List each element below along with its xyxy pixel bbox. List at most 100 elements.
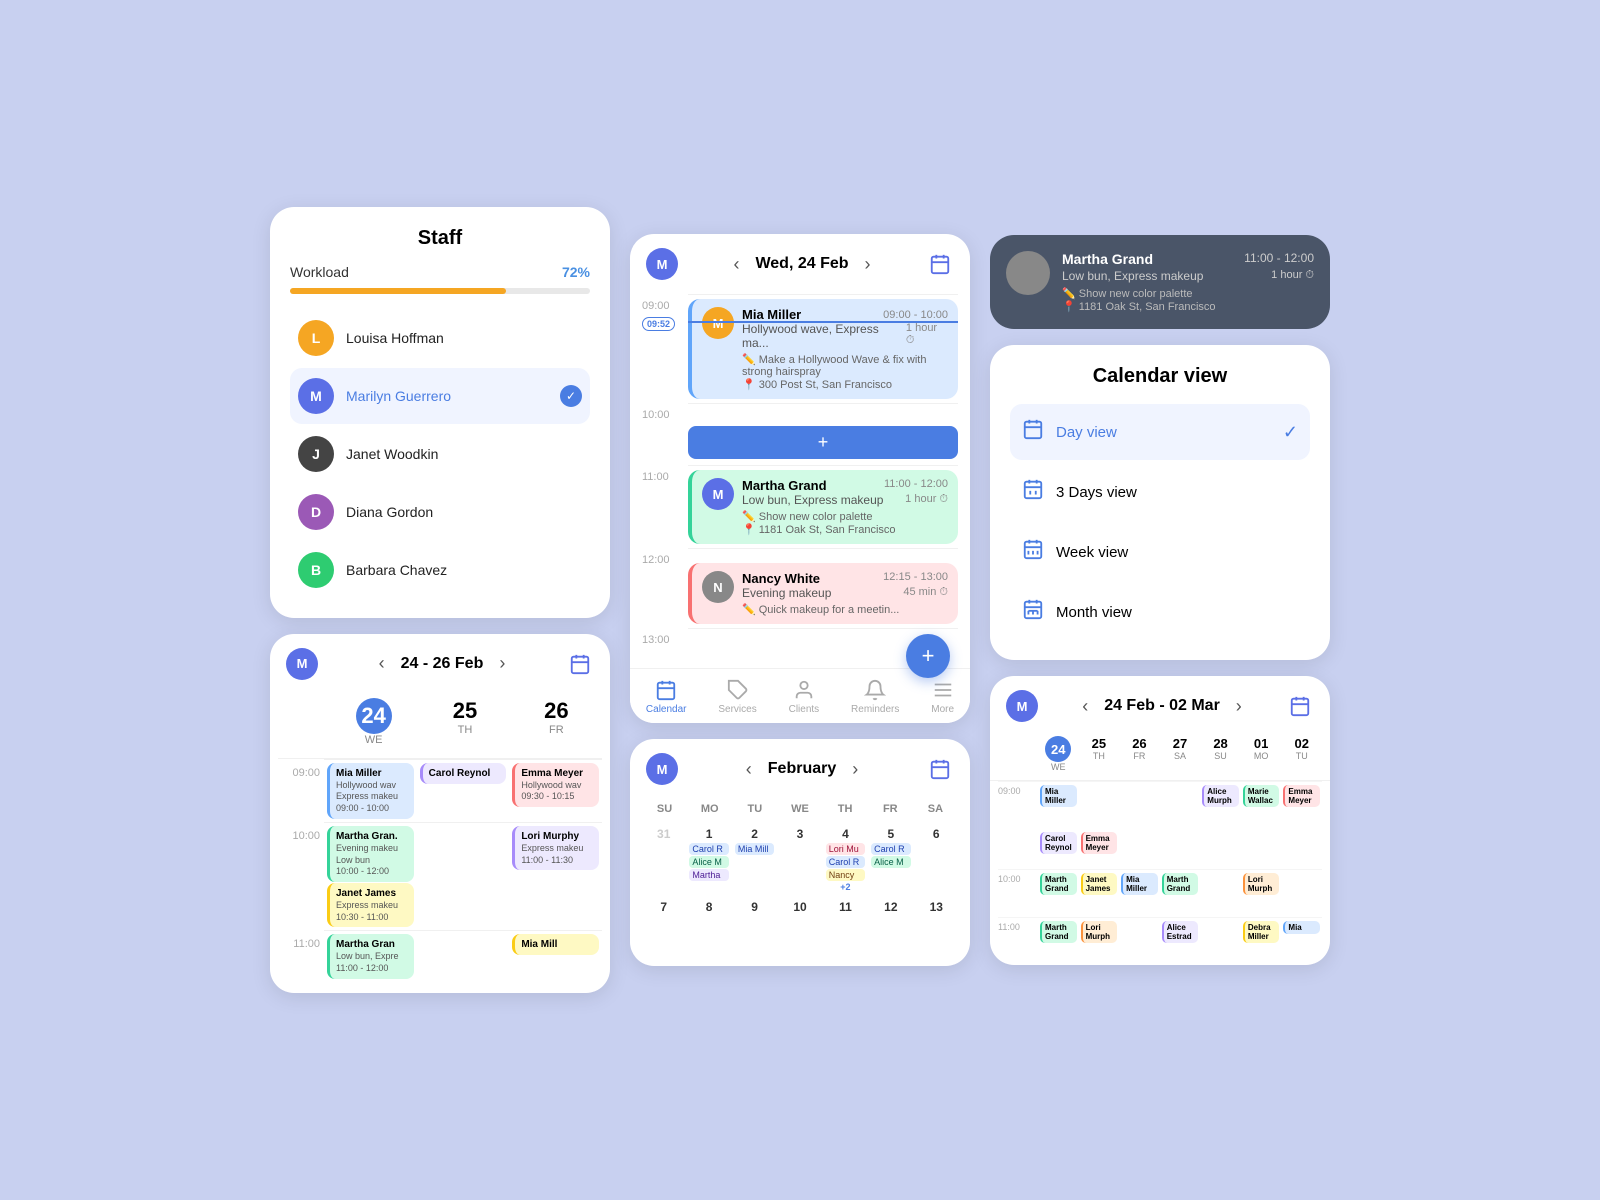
next-month-btn[interactable]: › (846, 757, 864, 782)
prev-month-btn[interactable]: ‹ (740, 757, 758, 782)
month-cell-5[interactable]: 5 Carol R Alice M (869, 825, 912, 894)
appt-block[interactable]: Lori Murphy Express makeu 11:00 - 11:30 (512, 826, 599, 870)
wday-num: 28 (1200, 736, 1241, 751)
month-cell-31[interactable]: 31 (642, 825, 685, 894)
appt-card-martha[interactable]: M Martha Grand 11:00 - 12:00 Low bun, Ex… (688, 470, 958, 544)
fab-add-btn[interactable]: + (906, 634, 950, 678)
appt-card-nancy[interactable]: N Nancy White 12:15 - 13:00 Evening make… (688, 563, 958, 624)
month-cell-2[interactable]: 2 Mia Mill (733, 825, 776, 894)
week-appt[interactable]: Alice Murph (1202, 785, 1239, 807)
appt-block[interactable]: Mia Miller Hollywood wav Express makeu 0… (327, 763, 414, 819)
nav-more[interactable]: More (931, 679, 954, 715)
week-appt[interactable]: Emma Meyer (1081, 832, 1118, 854)
staff-item[interactable]: L Louisa Hoffman (290, 310, 590, 366)
wslot-2-10: Mia Miller (1119, 869, 1160, 917)
client-avatar: N (702, 571, 734, 603)
week-appt[interactable]: Marth Grand (1040, 921, 1077, 943)
month-day-headers: SU MO TU WE TH FR SA (642, 799, 958, 819)
appt-details: Martha Grand 11:00 - 12:00 Low bun, Expr… (742, 478, 948, 536)
nav-services[interactable]: Services (718, 679, 756, 715)
next-week-btn[interactable]: › (1230, 694, 1248, 719)
week-appt[interactable]: Mia Miller (1040, 785, 1077, 807)
week-appt[interactable]: Emma Meyer (1283, 785, 1320, 807)
appt-block[interactable]: Emma Meyer Hollywood wav 09:30 - 10:15 (512, 763, 599, 807)
week-appt[interactable]: Marth Grand (1162, 873, 1199, 895)
month-cell-6[interactable]: 6 (915, 825, 958, 894)
slot-d0-t2: Martha Gran Low bun, Expre 11:00 - 12:00 (324, 930, 417, 985)
top-card-header: Martha Grand 11:00 - 12:00 (1062, 251, 1314, 267)
prev-btn[interactable]: ‹ (373, 651, 391, 676)
week-appt[interactable]: Mia Miller (1121, 873, 1158, 895)
cell-num: 9 (735, 900, 774, 914)
week-day-headers: 24 WE 25 TH 26 FR 27 SA 28 SU 01 MO (990, 736, 1330, 781)
location: 📍 1181 Oak St, San Francisco (742, 523, 948, 536)
month-cell-10[interactable]: 10 (778, 898, 821, 954)
month-cell-3[interactable]: 3 (778, 825, 821, 894)
month-weeks: 31 1 Carol R Alice M Martha 2 Mia Mill 3 (642, 825, 958, 954)
cal-icon[interactable] (926, 755, 954, 783)
cal-view-3days[interactable]: 3 Days view (1010, 464, 1310, 520)
week-appt[interactable]: Lori Murph (1081, 921, 1118, 943)
date-range: 24 - 26 Feb (401, 655, 484, 673)
appt-name: Marie Wallac (1248, 787, 1273, 805)
week-appt[interactable]: Carol Reynol (1040, 832, 1077, 854)
nav-reminders[interactable]: Reminders (851, 679, 899, 715)
week-appt[interactable]: Marth Grand (1040, 873, 1077, 895)
calendar-toggle-icon[interactable] (926, 250, 954, 278)
time-13: 13:00 (642, 628, 688, 668)
week-cal-icon[interactable] (1286, 692, 1314, 720)
month-cell-1[interactable]: 1 Carol R Alice M Martha (687, 825, 730, 894)
month-cell-4[interactable]: 4 Lori Mu Carol R Nancy +2 (824, 825, 867, 894)
calendar-icon[interactable] (566, 650, 594, 678)
day-headers: 24 WE 25 TH 26 FR (278, 694, 602, 759)
note: ✏️ Show new color palette (742, 510, 948, 523)
prev-day-btn[interactable]: ‹ (727, 252, 745, 277)
week-appt[interactable]: Debra Miller (1243, 921, 1280, 943)
three-day-panel: M ‹ 24 - 26 Feb › 24 WE 25 TH (270, 634, 610, 994)
appt-card-mia[interactable]: M Mia Miller 09:00 - 10:00 Hollywood wav… (688, 299, 958, 399)
wslot-2-930 (1119, 829, 1160, 869)
prev-week-btn[interactable]: ‹ (1076, 694, 1094, 719)
week-appt[interactable]: Mia (1283, 921, 1320, 934)
cal-view-day[interactable]: Day view ✓ (1010, 404, 1310, 460)
week-appt[interactable]: Alice Estrad (1162, 921, 1199, 943)
next-btn[interactable]: › (493, 651, 511, 676)
month-cell-13[interactable]: 13 (915, 898, 958, 954)
week-appt[interactable]: Lori Murph (1243, 873, 1280, 895)
month-cell-11[interactable]: 11 (824, 898, 867, 954)
appt-block[interactable]: Martha Gran. Evening makeu Low bun 10:00… (327, 826, 414, 882)
appt-block[interactable]: Mia Mill (512, 934, 599, 955)
top-card-time: 11:00 - 12:00 (1244, 251, 1314, 267)
selected-check: ✓ (1283, 422, 1298, 443)
staff-item-selected[interactable]: M Marilyn Guerrero ✓ (290, 368, 590, 424)
staff-item[interactable]: J Janet Woodkin (290, 426, 590, 482)
slot-10: + (688, 403, 958, 465)
wslot-1-9 (1079, 781, 1120, 829)
appt-name: Martha Gran (336, 938, 408, 951)
week-appt[interactable]: Janet James (1081, 873, 1118, 895)
staff-item[interactable]: D Diana Gordon (290, 484, 590, 540)
day-hdr-su: SU (642, 799, 687, 819)
slot-13: + (688, 628, 958, 668)
nav-clients[interactable]: Clients (789, 679, 820, 715)
month-cell-8[interactable]: 8 (687, 898, 730, 954)
month-cell-9[interactable]: 9 (733, 898, 776, 954)
appt-block[interactable]: Martha Gran Low bun, Expre 11:00 - 12:00 (327, 934, 414, 978)
cell-num: 6 (917, 827, 956, 841)
wslot-3-9 (1160, 781, 1201, 829)
month-cell-12[interactable]: 12 (869, 898, 912, 954)
nav-calendar[interactable]: Calendar (646, 679, 687, 715)
client-name: Mia Miller (742, 307, 801, 322)
add-appointment-btn[interactable]: + (688, 426, 958, 459)
appt-block[interactable]: Carol Reynol (420, 763, 507, 784)
day-hdr-fr: FR (868, 799, 913, 819)
month-cell-7[interactable]: 7 (642, 898, 685, 954)
wslot-6-10 (1281, 869, 1322, 917)
staff-item[interactable]: B Barbara Chavez (290, 542, 590, 598)
cal-view-month[interactable]: Month view (1010, 584, 1310, 640)
next-day-btn[interactable]: › (859, 252, 877, 277)
cal-view-week[interactable]: Week view (1010, 524, 1310, 580)
appt-block[interactable]: Janet James Express makeu 10:30 - 11:00 (327, 883, 414, 927)
week-appt[interactable]: Marie Wallac (1243, 785, 1280, 807)
more-indicator[interactable]: +2 (826, 882, 865, 892)
